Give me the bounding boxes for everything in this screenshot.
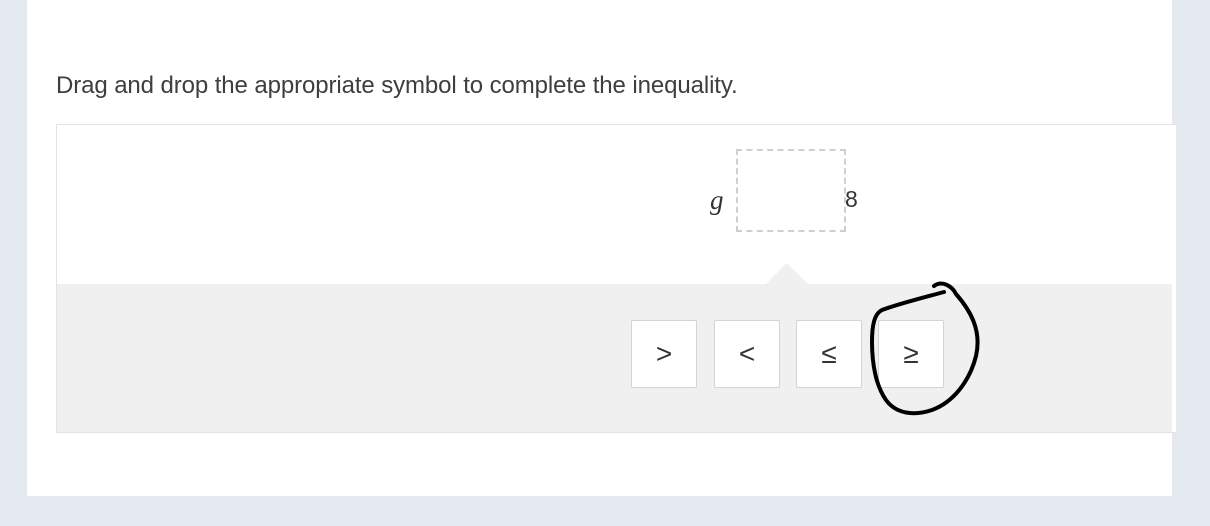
symbol-tile-less-than-or-equal[interactable]: ≤ bbox=[796, 320, 862, 388]
symbol-tile-greater-than[interactable]: > bbox=[631, 320, 697, 388]
question-prompt: Drag and drop the appropriate symbol to … bbox=[56, 72, 738, 99]
symbol-drop-zone[interactable] bbox=[736, 149, 846, 232]
tray-pointer-arrow bbox=[765, 263, 809, 285]
symbol-tile-greater-than-or-equal[interactable]: ≥ bbox=[878, 320, 944, 388]
inequality-constant: 8 bbox=[845, 186, 858, 212]
symbol-tile-less-than[interactable]: < bbox=[714, 320, 780, 388]
inequality-variable: g bbox=[710, 185, 724, 215]
symbol-tray bbox=[57, 284, 1172, 432]
